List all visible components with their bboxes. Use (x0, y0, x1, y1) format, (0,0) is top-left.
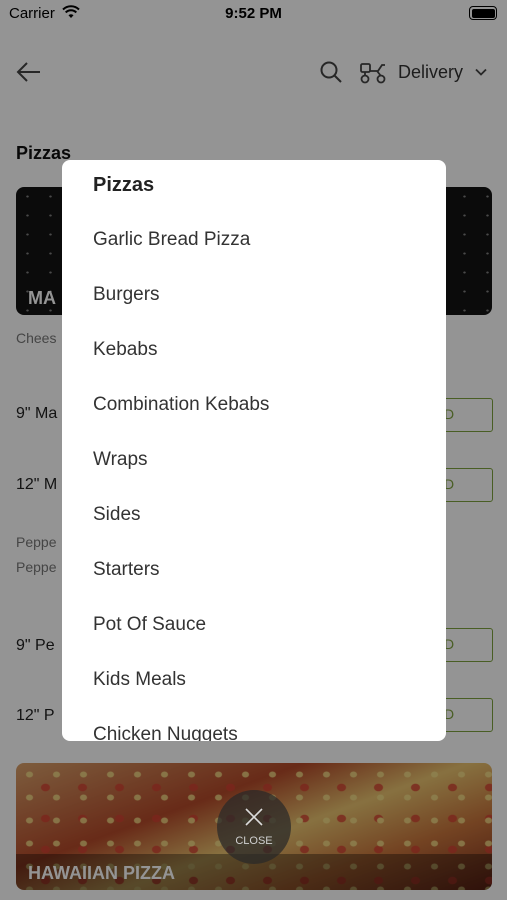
modal-title-current-category[interactable]: Pizzas (93, 174, 154, 197)
close-icon (245, 808, 263, 826)
category-item[interactable]: Chicken Nuggets (93, 724, 238, 741)
category-item[interactable]: Wraps (93, 449, 148, 471)
category-item[interactable]: Starters (93, 559, 160, 581)
category-picker-modal: Pizzas Garlic Bread Pizza Burgers Kebabs… (62, 160, 446, 741)
category-item[interactable]: Pot Of Sauce (93, 614, 206, 636)
category-item[interactable]: Sides (93, 504, 141, 526)
close-label: CLOSE (235, 835, 273, 847)
category-item[interactable]: Kebabs (93, 339, 157, 361)
category-item[interactable]: Kids Meals (93, 669, 186, 691)
close-button[interactable]: CLOSE (217, 790, 291, 864)
category-item[interactable]: Burgers (93, 284, 160, 306)
category-item[interactable]: Combination Kebabs (93, 394, 269, 416)
category-item[interactable]: Garlic Bread Pizza (93, 229, 250, 251)
